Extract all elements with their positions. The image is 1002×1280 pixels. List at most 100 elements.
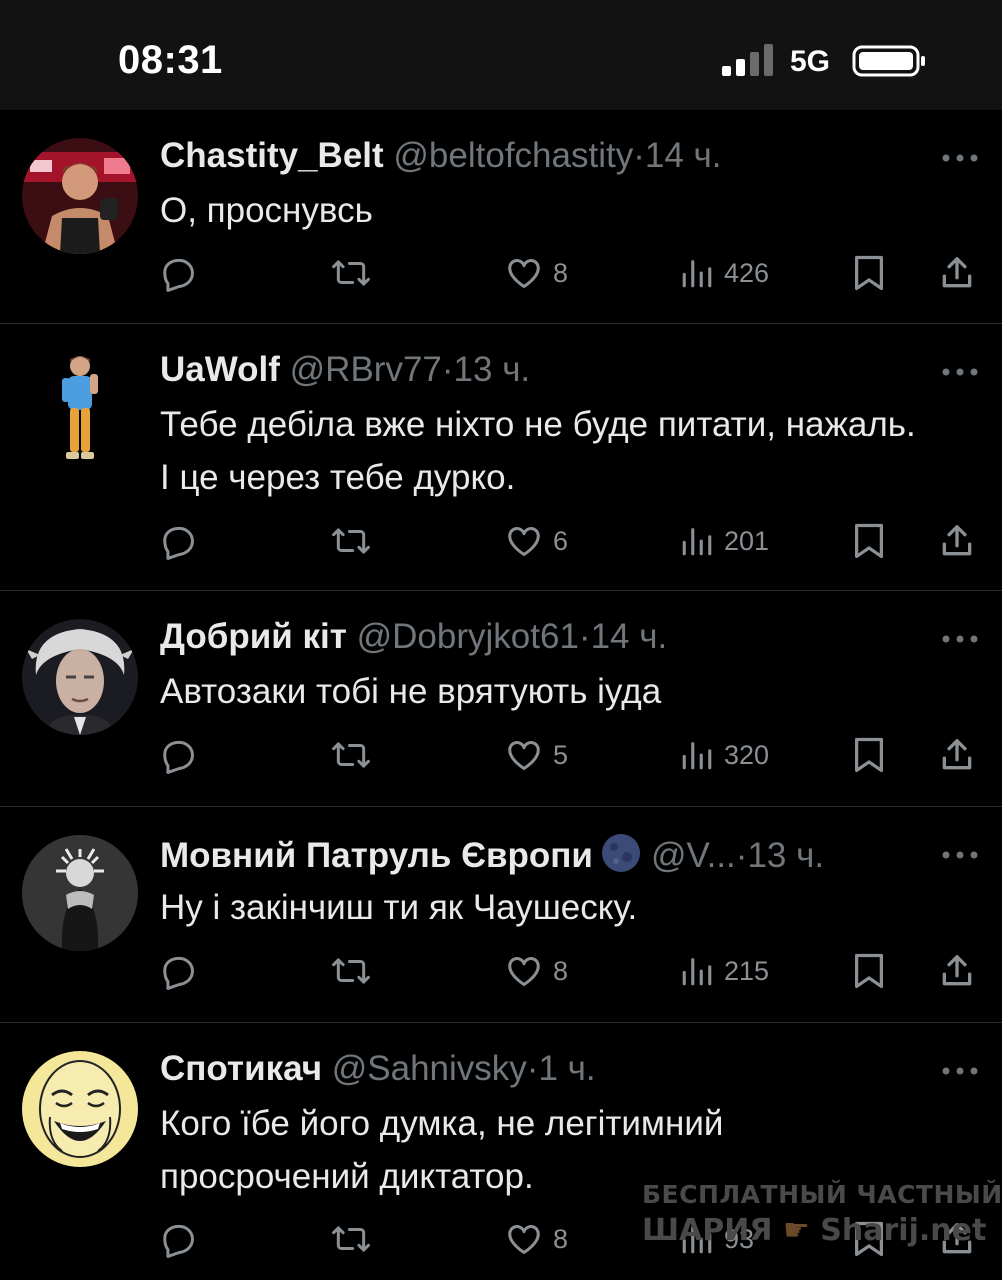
share-button[interactable] (938, 519, 976, 563)
network-type: 5G (790, 45, 831, 78)
reply-button[interactable] (160, 251, 198, 295)
more-icon[interactable] (942, 1065, 978, 1077)
timestamp[interactable]: 1 ч. (538, 1049, 595, 1088)
more-icon[interactable] (942, 849, 978, 861)
tweet-actions: 5 320 (0, 733, 1002, 777)
views-icon (682, 528, 712, 556)
views-button[interactable]: 215 (680, 949, 769, 993)
tweet-actions: 8 426 (0, 251, 1002, 295)
bookmark-button[interactable] (852, 949, 886, 993)
timestamp[interactable]: 14 ч. (591, 617, 668, 656)
tweet[interactable]: Добрий кіт @Dobryjkot61·14 ч. Автозаки т… (0, 591, 1002, 807)
views-count: 426 (724, 257, 770, 288)
reply-button[interactable] (160, 949, 198, 993)
avatar[interactable] (22, 1051, 138, 1167)
tweet-text: Автозаки тобі не врятують іуда (160, 672, 662, 711)
status-bar: 08:31 5G (0, 0, 1002, 110)
tweet-header: Мовний Патруль Європи @V...·13 ч. (160, 833, 824, 876)
share-button[interactable] (938, 733, 976, 777)
avatar[interactable] (22, 138, 138, 254)
avatar[interactable] (22, 352, 138, 468)
repost-button[interactable] (330, 1217, 372, 1261)
more-icon[interactable] (942, 152, 978, 164)
display-name[interactable]: Мовний Патруль Європи (160, 836, 593, 875)
heart-icon (508, 1225, 540, 1254)
share-icon (942, 525, 972, 556)
tweet-text: Тебе дебіла вже ніхто не буде питати, на… (160, 405, 916, 497)
separator-dot: · (578, 617, 591, 656)
timestamp[interactable]: 14 ч. (645, 136, 722, 175)
bookmark-button[interactable] (852, 519, 886, 563)
reply-icon (163, 1224, 194, 1258)
battery-icon (852, 45, 925, 77)
more-icon[interactable] (942, 366, 978, 378)
like-count: 8 (553, 955, 569, 986)
like-button[interactable]: 6 (505, 519, 568, 563)
bookmark-button[interactable] (852, 251, 886, 295)
like-count: 6 (553, 525, 569, 556)
tweet[interactable]: Chastity_Belt @beltofchastity·14 ч. О, п… (0, 110, 1002, 324)
reply-button[interactable] (160, 519, 198, 563)
reply-button[interactable] (160, 733, 198, 777)
heart-icon (508, 957, 540, 986)
views-button[interactable]: 201 (680, 519, 769, 563)
share-button[interactable] (938, 949, 976, 993)
avatar[interactable] (22, 835, 138, 951)
display-name[interactable]: Добрий кіт (160, 617, 347, 656)
bookmark-button[interactable] (852, 733, 886, 777)
views-icon (682, 260, 712, 288)
user-handle[interactable]: @Sahnivsky (332, 1049, 527, 1088)
user-handle[interactable]: @V... (651, 836, 736, 875)
repost-icon (332, 742, 370, 768)
tweet[interactable]: UaWolf @RBrv77·13 ч. Тебе дебіла вже ніх… (0, 324, 1002, 591)
pointing-hand-icon: ☛ (782, 1213, 810, 1248)
watermark: БЕСПЛАТНЫЙ ЧАСТНЫЙ ШАРИЯ ☛ Sharij.net (642, 1180, 1002, 1250)
repost-button[interactable] (330, 519, 372, 563)
views-icon (682, 742, 712, 770)
more-icon[interactable] (942, 633, 978, 645)
replies-feed: Chastity_Belt @beltofchastity·14 ч. О, п… (0, 110, 1002, 1280)
views-button[interactable]: 426 (680, 251, 769, 295)
repost-button[interactable] (330, 251, 372, 295)
display-name[interactable]: UaWolf (160, 350, 280, 389)
share-icon (942, 955, 972, 986)
views-count: 215 (724, 955, 770, 986)
tweet[interactable]: Мовний Патруль Європи @V...·13 ч. Ну і за… (0, 807, 1002, 1023)
repost-button[interactable] (330, 733, 372, 777)
watermark-line2: ШАРИЯ ☛ Sharij.net (642, 1213, 986, 1248)
signal-icon (722, 44, 773, 76)
display-name[interactable]: Chastity_Belt (160, 136, 384, 175)
tweet-header: Добрий кіт @Dobryjkot61·14 ч. (160, 617, 667, 657)
user-handle[interactable]: @beltofchastity (393, 136, 633, 175)
repost-icon (332, 260, 370, 286)
reply-button[interactable] (160, 1217, 198, 1261)
user-handle[interactable]: @Dobryjkot61 (357, 617, 579, 656)
repost-icon (332, 1226, 370, 1252)
moon-emoji-icon (601, 834, 640, 872)
avatar[interactable] (22, 619, 138, 735)
timestamp[interactable]: 13 ч. (747, 836, 824, 875)
like-button[interactable]: 8 (505, 251, 568, 295)
display-name[interactable]: Спотикач (160, 1049, 322, 1088)
user-handle[interactable]: @RBrv77 (290, 350, 442, 389)
tweet-header: Спотикач @Sahnivsky·1 ч. (160, 1049, 596, 1089)
separator-dot: · (633, 136, 645, 175)
like-button[interactable]: 8 (505, 1217, 568, 1261)
share-button[interactable] (938, 251, 976, 295)
timestamp[interactable]: 13 ч. (454, 350, 531, 389)
status-time: 08:31 (118, 38, 223, 82)
views-button[interactable]: 320 (680, 733, 769, 777)
heart-icon (508, 741, 540, 770)
views-count: 320 (724, 739, 770, 770)
views-count: 201 (724, 525, 770, 556)
like-button[interactable]: 8 (505, 949, 568, 993)
heart-icon (508, 259, 540, 288)
tweet-actions: 8 215 (0, 949, 1002, 993)
like-count: 8 (553, 1223, 569, 1254)
repost-button[interactable] (330, 949, 372, 993)
watermark-line2-right: Sharij.net (820, 1213, 987, 1248)
watermark-line1: БЕСПЛАТНЫЙ ЧАСТНЫЙ (642, 1180, 1002, 1209)
separator-dot: · (441, 350, 454, 389)
like-button[interactable]: 5 (505, 733, 568, 777)
bookmark-icon (855, 255, 883, 291)
